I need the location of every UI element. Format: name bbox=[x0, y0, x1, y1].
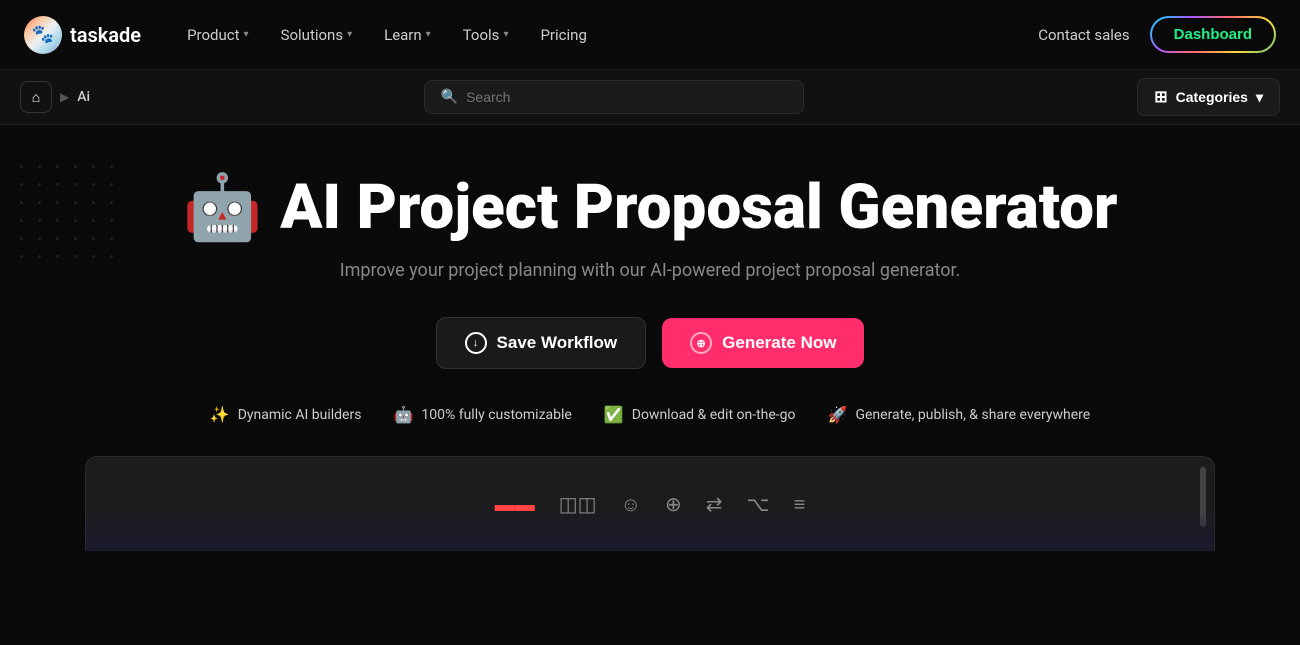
breadcrumb-arrow: ▶ bbox=[60, 90, 69, 104]
feature-label: 100% fully customizable bbox=[421, 407, 571, 423]
hero-title: AI Project Proposal Generator bbox=[280, 175, 1117, 240]
nav-solutions[interactable]: Solutions ▾ bbox=[267, 18, 367, 52]
robot-icon: 🤖 bbox=[393, 405, 413, 424]
scrollbar-thumb[interactable] bbox=[1200, 467, 1206, 527]
logo[interactable]: 🐾 taskade bbox=[24, 16, 141, 54]
main-content: 🤖 AI Project Proposal Generator Improve … bbox=[0, 125, 1300, 581]
nav-pricing[interactable]: Pricing bbox=[526, 18, 600, 52]
breadcrumb-label: Ai bbox=[77, 89, 90, 105]
feature-download: ✅ Download & edit on-the-go bbox=[604, 405, 796, 424]
feature-publish: 🚀 Generate, publish, & share everywhere bbox=[828, 405, 1091, 424]
contact-sales-link[interactable]: Contact sales bbox=[1038, 26, 1129, 44]
dot-grid-decoration bbox=[20, 165, 122, 267]
save-workflow-button[interactable]: ↓ Save Workflow bbox=[436, 317, 647, 369]
sparkles-icon: ✨ bbox=[210, 405, 230, 424]
nav-product[interactable]: Product ▾ bbox=[173, 18, 262, 52]
grid-icon: ⊞ bbox=[1154, 87, 1167, 107]
chevron-down-icon: ▾ bbox=[244, 29, 249, 40]
bottom-preview: ▬▬ ◫◫ ☺ ⊕ ⇄ ⌥ ≡ bbox=[85, 456, 1215, 551]
generate-now-button[interactable]: ⊕ Generate Now bbox=[662, 318, 864, 368]
logo-icon: 🐾 bbox=[24, 16, 62, 54]
nav-learn[interactable]: Learn ▾ bbox=[370, 18, 445, 52]
feature-label: Dynamic AI builders bbox=[238, 407, 362, 423]
toolbar-icon-menu[interactable]: ≡ bbox=[794, 492, 806, 517]
robot-emoji: 🤖 bbox=[183, 176, 263, 240]
dashboard-button[interactable]: Dashboard bbox=[1150, 16, 1276, 53]
search-bar[interactable]: 🔍 bbox=[424, 80, 804, 114]
chevron-down-icon: ▾ bbox=[1256, 89, 1263, 106]
toolbar-icon-tree[interactable]: ⌥ bbox=[747, 492, 770, 516]
save-icon: ↓ bbox=[465, 332, 487, 354]
rocket-icon: 🚀 bbox=[828, 405, 848, 424]
home-icon: ⌂ bbox=[32, 89, 40, 106]
cta-row: ↓ Save Workflow ⊕ Generate Now bbox=[436, 317, 865, 369]
toolbar-icon-layers[interactable]: ▬▬ bbox=[495, 492, 535, 517]
breadcrumb-bar: ⌂ ▶ Ai 🔍 ⊞ Categories ▾ bbox=[0, 70, 1300, 125]
feature-label: Download & edit on-the-go bbox=[632, 407, 796, 423]
logo-text: taskade bbox=[70, 23, 141, 47]
features-row: ✨ Dynamic AI builders 🤖 100% fully custo… bbox=[210, 405, 1090, 424]
hero-title-row: 🤖 AI Project Proposal Generator bbox=[183, 175, 1118, 240]
feature-customizable: 🤖 100% fully customizable bbox=[393, 405, 571, 424]
categories-button[interactable]: ⊞ Categories ▾ bbox=[1137, 78, 1280, 116]
toolbar-icon-globe[interactable]: ⊕ bbox=[665, 492, 682, 516]
toolbar-icon-share[interactable]: ⇄ bbox=[706, 492, 723, 516]
toolbar-icon-emoji[interactable]: ☺ bbox=[621, 492, 641, 517]
chevron-down-icon: ▾ bbox=[503, 29, 508, 40]
nav-tools[interactable]: Tools ▾ bbox=[449, 18, 523, 52]
check-icon: ✅ bbox=[604, 405, 624, 424]
nav-right: Contact sales Dashboard bbox=[1038, 16, 1276, 53]
chevron-down-icon: ▾ bbox=[347, 29, 352, 40]
search-input[interactable] bbox=[466, 89, 787, 105]
search-icon: 🔍 bbox=[441, 89, 458, 105]
chevron-down-icon: ▾ bbox=[426, 29, 431, 40]
hero-subtitle: Improve your project planning with our A… bbox=[340, 260, 961, 281]
generate-icon: ⊕ bbox=[690, 332, 712, 354]
toolbar-icon-columns[interactable]: ◫◫ bbox=[559, 492, 597, 516]
feature-dynamic-ai: ✨ Dynamic AI builders bbox=[210, 405, 362, 424]
breadcrumb: ⌂ ▶ Ai bbox=[20, 81, 90, 113]
feature-label: Generate, publish, & share everywhere bbox=[855, 407, 1090, 423]
nav-items: Product ▾ Solutions ▾ Learn ▾ Tools ▾ Pr… bbox=[173, 18, 1038, 52]
navbar: 🐾 taskade Product ▾ Solutions ▾ Learn ▾ … bbox=[0, 0, 1300, 70]
breadcrumb-home-button[interactable]: ⌂ bbox=[20, 81, 52, 113]
